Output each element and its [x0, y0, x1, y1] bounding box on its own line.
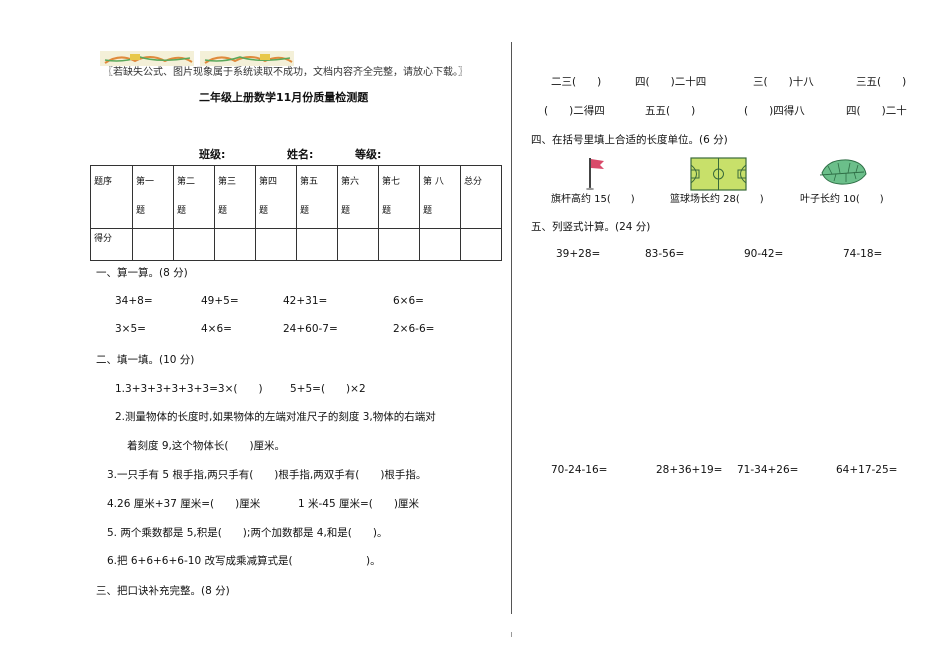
rhyme-item: 二三( ) [551, 76, 602, 88]
problem: 34+8= [115, 295, 153, 307]
column-q2: 第二题 [173, 165, 215, 229]
vertical-problem: 64+17-25= [836, 464, 898, 476]
fill-question: 3.一只手有 5 根手指,两只手有( )根手指,两双手有( )根手指。 [107, 469, 427, 481]
score-table-header-row: 题序 第一题 第二题 第三题 第四题 第五题 第六题 第七题 第 八题 总分 [90, 165, 502, 229]
score-cell[interactable] [296, 228, 338, 261]
column-q3: 第三题 [214, 165, 256, 229]
vertical-problem: 74-18= [843, 248, 883, 260]
score-cell[interactable] [214, 228, 256, 261]
problem: 2×6-6= [393, 323, 435, 335]
total-score-label: 总分 [460, 165, 502, 229]
vertical-problem: 70-24-16= [551, 464, 608, 476]
fill-question: 1 米-45 厘米=( )厘米 [298, 498, 419, 510]
page-mark [511, 632, 512, 637]
column-divider [511, 42, 512, 614]
class-label: 班级: [199, 148, 226, 161]
banner-decoration-right [200, 51, 294, 66]
grade-label: 等级: [355, 148, 382, 161]
column-q1: 第一题 [132, 165, 174, 229]
score-table-score-row: 得分 [90, 228, 502, 261]
column-q7: 第七题 [378, 165, 420, 229]
section3-heading: 三、把口诀补充完整。(8 分) [96, 585, 230, 597]
vertical-problem: 28+36+19= [656, 464, 723, 476]
fill-question: 4.26 厘米+37 厘米=( )厘米 [107, 498, 261, 510]
score-cell[interactable] [419, 228, 461, 261]
problem: 42+31= [283, 295, 328, 307]
fill-question: 2.测量物体的长度时,如果物体的左端对准尺子的刻度 3,物体的右端对 [115, 411, 436, 423]
score-cell[interactable] [255, 228, 297, 261]
score-cell[interactable] [460, 228, 502, 261]
score-cell[interactable] [337, 228, 379, 261]
rhyme-item: 五五( ) [645, 105, 696, 117]
problem: 49+5= [201, 295, 239, 307]
rhyme-item: 四( )二十 [846, 105, 907, 117]
name-label: 姓名: [287, 148, 314, 161]
fill-question: 1.3+3+3+3+3+3=3×( ) [115, 383, 263, 395]
score-label: 得分 [90, 228, 133, 261]
leaf-icon [819, 159, 867, 185]
score-table: 题序 第一题 第二题 第三题 第四题 第五题 第六题 第七题 第 八题 总分 得… [90, 165, 502, 261]
score-cell[interactable] [378, 228, 420, 261]
column-q5: 第五题 [296, 165, 338, 229]
fill-question: 着刻度 9,这个物体长( )厘米。 [127, 440, 286, 452]
problem: 3×5= [115, 323, 146, 335]
column-q6: 第六题 [337, 165, 379, 229]
document-page: 〖若缺失公式、图片现象属于系统读取不成功，文档内容齐全完整，请放心下载。〗 二年… [0, 0, 945, 654]
vertical-problem: 90-42= [744, 248, 784, 260]
problem: 6×6= [393, 295, 424, 307]
rhyme-item: 三( )十八 [753, 76, 814, 88]
vertical-problem: 71-34+26= [737, 464, 799, 476]
section2-heading: 二、填一填。(10 分) [96, 354, 195, 366]
score-cell[interactable] [132, 228, 174, 261]
length-item-court: 篮球场长约 28( ) [670, 194, 764, 205]
score-cell[interactable] [173, 228, 215, 261]
rhyme-item: ( )二得四 [544, 105, 605, 117]
column-q4: 第四题 [255, 165, 297, 229]
length-item-leaf: 叶子长约 10( ) [800, 194, 884, 205]
rhyme-item: 三五( ) [856, 76, 907, 88]
section5-heading: 五、列竖式计算。(24 分) [531, 221, 651, 233]
rhyme-item: 四( )二十四 [635, 76, 707, 88]
question-order-label: 题序 [90, 165, 133, 229]
column-q8: 第 八题 [419, 165, 461, 229]
vertical-problem: 83-56= [645, 248, 685, 260]
problem: 4×6= [201, 323, 232, 335]
page-title: 二年级上册数学11月份质量检测题 [199, 91, 369, 104]
fill-question: 5+5=( )×2 [290, 383, 366, 395]
banner-decoration-left [100, 51, 194, 66]
section1-heading: 一、算一算。(8 分) [96, 267, 188, 279]
basketball-court-icon [690, 157, 747, 191]
rhyme-item: ( )四得八 [744, 105, 805, 117]
section4-heading: 四、在括号里填上合适的长度单位。(6 分) [531, 134, 728, 146]
problem: 24+60-7= [283, 323, 338, 335]
length-item-flagpole: 旗杆高约 15( ) [551, 194, 635, 205]
fill-question: 6.把 6+6+6+6-10 改写成乘减算式是( )。 [107, 555, 381, 567]
fill-question: 5. 两个乘数都是 5,积是( );两个加数都是 4,和是( )。 [107, 527, 388, 539]
flag-icon [586, 158, 604, 190]
vertical-problem: 39+28= [556, 248, 601, 260]
download-notice: 〖若缺失公式、图片现象属于系统读取不成功，文档内容齐全完整，请放心下载。〗 [103, 67, 468, 78]
